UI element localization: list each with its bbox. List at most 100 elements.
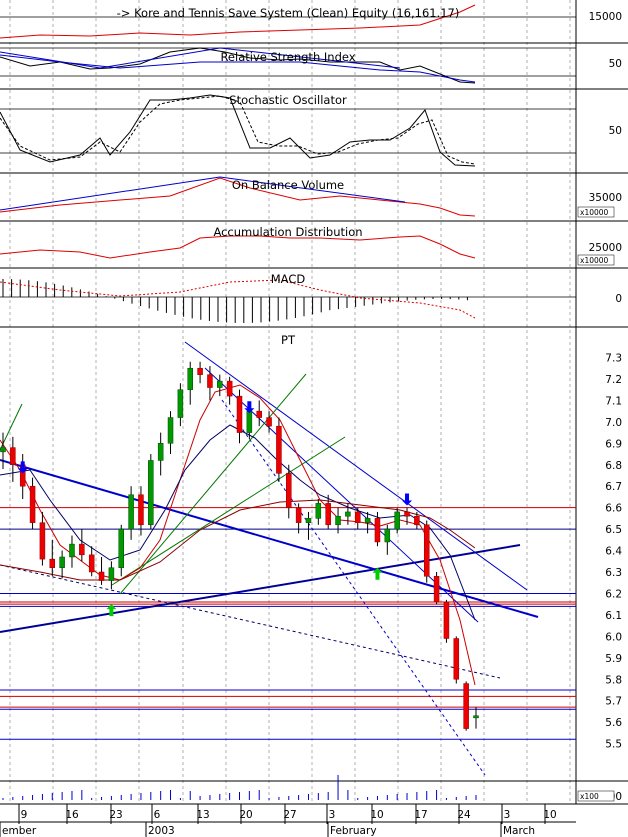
panel-title-price: PT [281, 333, 296, 347]
x-day-label: 10 [370, 809, 383, 821]
y-tick-label-price: 5.9 [605, 653, 622, 665]
candle-body [453, 638, 460, 680]
candle-body [49, 558, 56, 568]
chart-root: -> Kore and Tennis Save System (Clean) E… [0, 0, 628, 837]
y-tick-label-price: 6.8 [605, 460, 622, 472]
candle-body [423, 524, 430, 577]
candle-body [29, 485, 36, 523]
x-day-label: 10 [543, 809, 556, 821]
x-day-label: 3 [329, 809, 336, 821]
candle-body [138, 494, 144, 526]
y-tick-label-price: 6.6 [605, 503, 622, 515]
x-day-label: 6 [154, 809, 161, 821]
moving-average-slow [0, 499, 476, 581]
downtrend-line-upper [184, 341, 528, 591]
candle-body [374, 518, 381, 543]
candle-body [256, 410, 262, 418]
macd-signal-line [0, 279, 476, 319]
panel-title-ad: Accumulation Distribution [213, 225, 362, 239]
panel-title-rsi: Relative Strength Index [220, 50, 355, 64]
y-tick-label-price: 6.5 [605, 524, 622, 536]
candle-body [384, 528, 391, 543]
x-month-label: 2003 [148, 825, 175, 837]
y-tick-label-price: 6.2 [605, 588, 622, 600]
multiplier-label-ad: x10000 [580, 256, 609, 265]
y-tick-label-price: 7.2 [605, 374, 622, 386]
candle-body [345, 511, 351, 517]
multiplier-label-obv: x10000 [580, 208, 609, 217]
candle-body [88, 554, 95, 573]
candle-body [0, 447, 6, 453]
candle-body [433, 576, 440, 603]
candle-body [108, 567, 115, 581]
y-tick-label-price: 6.3 [605, 567, 622, 579]
y-tick-label-price: 6.0 [605, 631, 622, 643]
panel-title-stochastic: Stochastic Oscillator [229, 93, 347, 107]
x-day-label: 9 [21, 809, 28, 821]
candle-body [39, 522, 46, 560]
y-tick-label-price: 6.7 [605, 481, 622, 493]
candle-body [295, 507, 302, 523]
x-day-label: 3 [504, 809, 511, 821]
x-day-label: 24 [457, 809, 471, 821]
candle-body [394, 511, 400, 530]
y-tick-label-price: 6.1 [605, 610, 622, 622]
green-trendline-steep [119, 373, 307, 595]
dashed-trendline-flat [0, 564, 501, 679]
candle-body [286, 473, 292, 508]
candle-body [443, 601, 450, 639]
candle-body [167, 417, 174, 444]
y-tick-label-price: 5.8 [605, 674, 622, 686]
x-day-label: 27 [283, 809, 296, 821]
y-tick-label-stochastic: 50 [609, 125, 622, 137]
y-tick-label-obv: 35000 [589, 192, 622, 204]
candle-body [157, 443, 164, 461]
candle-body [226, 380, 233, 397]
candle-body [118, 528, 124, 568]
candle-body [197, 367, 203, 375]
candle-body [79, 543, 85, 556]
x-day-label: 16 [65, 809, 79, 821]
candle-body [10, 447, 16, 465]
y-tick-label-price: 6.9 [605, 438, 622, 450]
sell-arrow-icon [402, 493, 413, 506]
panel-title-equity: -> Kore and Tennis Save System (Clean) E… [117, 6, 460, 20]
y-tick-label-price: 7.1 [605, 395, 622, 407]
candle-body [463, 683, 469, 729]
candle-body [325, 503, 331, 526]
panel-title-macd: MACD [271, 272, 306, 286]
candle-body [404, 511, 410, 517]
candle-body [355, 511, 361, 523]
candle-body [177, 389, 184, 418]
y-tick-label-price: 7.0 [605, 417, 622, 429]
candle-body [59, 556, 65, 568]
panel-title-obv: On Balance Volume [232, 178, 344, 192]
y-tick-label-equity: 15000 [589, 11, 622, 23]
y-tick-label-rsi: 50 [609, 58, 622, 70]
candle-body [276, 425, 282, 474]
x-day-label: 20 [239, 809, 252, 821]
y-tick-label-price: 6.4 [605, 546, 622, 558]
green-trendline-flat [111, 436, 346, 586]
y-tick-label-macd: 0 [615, 293, 622, 305]
ad-line [0, 235, 476, 259]
obv-trendline-up [0, 176, 221, 211]
candle-body [187, 367, 193, 390]
x-day-label: 17 [414, 809, 427, 821]
candle-body [335, 515, 341, 526]
candle-body [473, 715, 479, 719]
x-month-label: March [503, 825, 535, 837]
candle-body [364, 518, 371, 523]
candle-body [246, 410, 253, 433]
candle-body [128, 494, 134, 530]
candle-body [69, 543, 75, 558]
candle-body [266, 417, 272, 427]
candle-body [315, 503, 322, 519]
y-tick-label-price: 5.5 [605, 739, 622, 751]
y-tick-label-price: 5.7 [605, 696, 622, 708]
candle-body [98, 571, 105, 581]
y-tick-label-price: 7.3 [605, 353, 622, 365]
candle-body [236, 395, 243, 433]
x-month-label: February [330, 825, 377, 837]
candle-body [217, 380, 223, 388]
